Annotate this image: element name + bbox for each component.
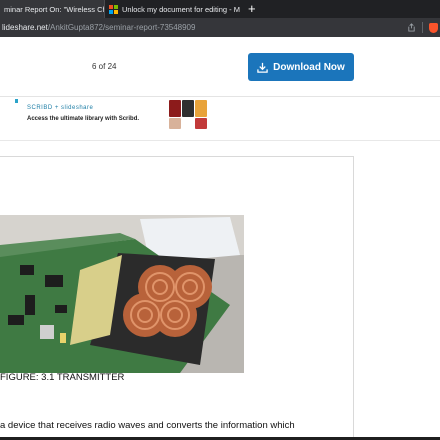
divider xyxy=(422,22,423,33)
microsoft-icon xyxy=(109,4,118,14)
figure-caption: FIGURE: 3.1 TRANSMITTER xyxy=(0,372,125,383)
viewer-toolbar: 6 of 24 Download Now xyxy=(0,37,440,97)
book-cover-image xyxy=(169,100,181,117)
brave-shield-icon[interactable] xyxy=(429,22,438,33)
ad-text: Access the ultimate library with Scribd. xyxy=(27,116,140,122)
scribd-ad-banner[interactable]: SCRIBD + slideshare Access the ultimate … xyxy=(20,99,207,130)
new-tab-button[interactable]: + xyxy=(248,0,256,18)
url-path: /AnkitGupta872/seminar-report-73548909 xyxy=(47,23,196,32)
book-cover-image xyxy=(195,100,207,117)
tab-unlock-document[interactable]: Unlock my document for editing - Mic xyxy=(104,0,240,18)
url-text[interactable]: lideshare.net/AnkitGupta872/seminar-repo… xyxy=(0,23,195,32)
download-button[interactable]: Download Now xyxy=(248,53,354,81)
book-cover-image xyxy=(169,118,181,129)
download-label: Download Now xyxy=(273,61,345,73)
book-cover-image xyxy=(182,100,194,117)
tab-label: Unlock my document for editing - Mic xyxy=(122,4,240,14)
browser-tab-bar: minar Report On: "Wireless Charg ✕ Unloc… xyxy=(0,0,440,18)
ad-brand: SCRIBD + slideshare xyxy=(27,105,94,111)
url-host: lideshare.net xyxy=(2,23,48,32)
ad-marker-icon xyxy=(15,99,18,103)
tab-seminar-report[interactable]: minar Report On: "Wireless Charg ✕ xyxy=(0,0,104,18)
tab-label: minar Report On: "Wireless Charg xyxy=(4,4,104,14)
divider xyxy=(0,140,440,141)
book-cover-image xyxy=(195,118,207,129)
download-icon xyxy=(257,62,268,73)
page-counter: 6 of 24 xyxy=(92,62,117,71)
document-text-line: a device that receives radio waves and c… xyxy=(0,420,295,431)
address-bar[interactable]: lideshare.net/AnkitGupta872/seminar-repo… xyxy=(0,18,440,37)
address-bar-icons xyxy=(407,18,440,37)
transmitter-photo xyxy=(0,215,244,373)
share-icon[interactable] xyxy=(407,23,416,32)
